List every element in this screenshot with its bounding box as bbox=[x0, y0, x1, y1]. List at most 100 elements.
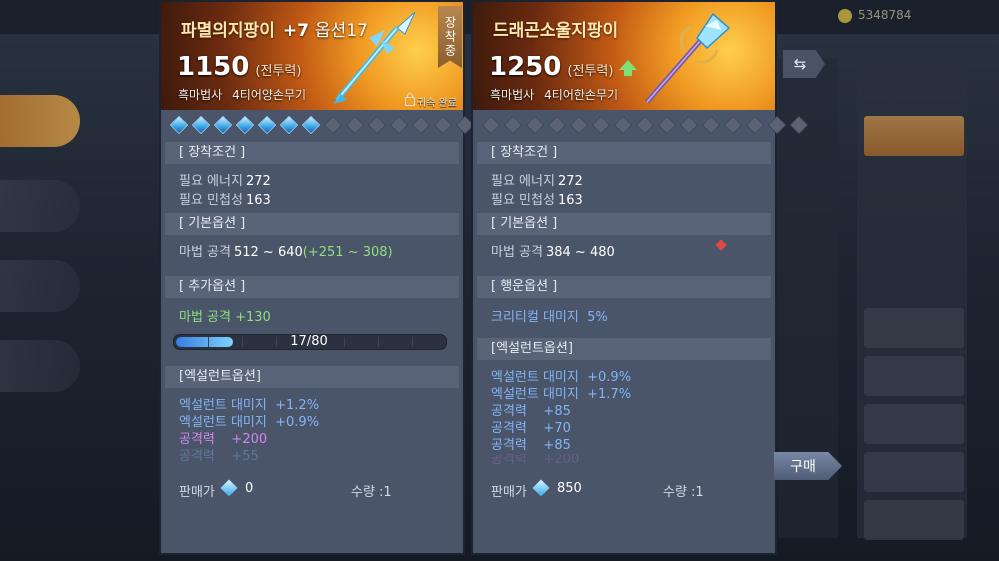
stat-row: 공격력 +200 bbox=[179, 432, 268, 447]
lock-icon bbox=[405, 93, 415, 106]
stat-row: 엑설런트 대미지 +0.9% bbox=[179, 415, 320, 430]
section-title: [엑설런트옵션] bbox=[165, 366, 459, 388]
item-header: 드래곤소울지팡이 1250 (전투력) 흑마법사 4티어한손무기 bbox=[473, 2, 775, 110]
item-class-line: 흑마법사 4티어양손무기 bbox=[178, 88, 307, 102]
price-label: 판매가 bbox=[491, 485, 527, 500]
socket-gem-empty-icon bbox=[367, 115, 387, 135]
socket-gem-filled-icon bbox=[235, 115, 255, 135]
socket-gem-empty-icon bbox=[389, 115, 409, 135]
stat-row: 공격력 +85 bbox=[491, 438, 571, 453]
section-title: [ 장착조건 ] bbox=[165, 142, 459, 164]
socket-gem-filled-icon bbox=[279, 115, 299, 135]
staff-weapon-icon bbox=[645, 12, 731, 104]
buy-button[interactable]: 구매 bbox=[774, 452, 842, 480]
socket-gem-empty-icon bbox=[525, 115, 545, 135]
socket-gem-empty-icon bbox=[745, 115, 765, 135]
socket-gem-filled-icon bbox=[169, 115, 189, 135]
stat-row: 공격력 +85 bbox=[491, 404, 571, 419]
socket-gem-empty-icon bbox=[723, 115, 743, 135]
stat-row: 크리티컬 대미지 5% bbox=[491, 310, 608, 325]
section-title: [ 장착조건 ] bbox=[477, 142, 771, 164]
base-option-section: [ 기본옵션 ] 마법 공격 384 ~ 480 bbox=[477, 213, 771, 262]
item-class-line: 흑마법사 4티어한손무기 bbox=[490, 88, 619, 102]
socket-gem-empty-icon bbox=[411, 115, 431, 135]
stat-row: 마법 공격 +130 bbox=[179, 310, 271, 325]
socket-gem-empty-icon bbox=[789, 115, 809, 135]
option-progress-bar: 17/80 bbox=[173, 334, 447, 350]
diamond-icon bbox=[220, 479, 238, 497]
socket-gem-empty-icon bbox=[481, 115, 501, 135]
enhance-level: +7 bbox=[282, 21, 309, 41]
stat-row: 필요 민첩성 163 bbox=[491, 193, 583, 208]
stat-row: 마법 공격 512 ~ 640(+251 ~ 308) bbox=[179, 245, 393, 260]
requirements-section: [ 장착조건 ] 필요 에너지 272 필요 민첩성 163 bbox=[165, 142, 459, 210]
background-button bbox=[864, 452, 964, 492]
luck-option-section: [ 행운옵션 ] 크리티컬 대미지 5% bbox=[477, 276, 771, 327]
socket-gem-row bbox=[169, 114, 497, 135]
excellent-option-section: [엑설런트옵션] 엑설런트 대미지 +1.2% 엑설런트 대미지 +0.9% 공… bbox=[165, 366, 459, 465]
section-title: [엑설런트옵션] bbox=[477, 338, 771, 360]
bind-status: 귀속 완료 bbox=[405, 93, 457, 109]
equipped-badge: 장착중 bbox=[438, 6, 462, 68]
socket-gem-filled-icon bbox=[191, 115, 211, 135]
stat-row: 공격력 +55 bbox=[179, 449, 259, 464]
stat-row: 공격력 +70 bbox=[491, 421, 571, 436]
base-option-section: [ 기본옵션 ] 마법 공격 512 ~ 640(+251 ~ 308) bbox=[165, 213, 459, 262]
stat-row: 공격력 +200 bbox=[491, 454, 580, 466]
staff-weapon-icon bbox=[333, 11, 416, 104]
quantity: 수량 :1 bbox=[663, 485, 704, 500]
item-header: 파멸의지팡이 +7 옵션17 1150 (전투력) 흑마법사 4티어양손무기 귀속 완료… bbox=[161, 2, 463, 110]
socket-gem-empty-icon bbox=[657, 115, 677, 135]
coin-icon bbox=[838, 8, 852, 23]
socket-gem-filled-icon bbox=[257, 115, 277, 135]
socket-gem-empty-icon bbox=[701, 115, 721, 135]
socket-gem-row bbox=[481, 114, 809, 135]
price-value: 0 bbox=[245, 481, 254, 496]
price-label: 판매가 bbox=[179, 485, 215, 500]
socket-gem-empty-icon bbox=[679, 115, 699, 135]
background-button bbox=[864, 356, 964, 396]
compare-item-tooltip: 드래곤소울지팡이 1250 (전투력) 흑마법사 4티어한손무기 [ 장착조건 ] … bbox=[471, 0, 809, 555]
background-button bbox=[864, 308, 964, 348]
item-name: 드래곤소울지팡이 bbox=[493, 21, 619, 41]
section-title: [ 행운옵션 ] bbox=[477, 276, 771, 298]
side-tab-3[interactable] bbox=[0, 260, 80, 312]
stat-row: 엑설런트 대미지 +1.2% bbox=[179, 398, 320, 413]
combat-power: 1150 (전투력) bbox=[177, 52, 302, 82]
extra-option-section: [ 추가옵션 ] 마법 공격 +130 bbox=[165, 276, 459, 327]
stat-row: 필요 에너지 272 bbox=[491, 174, 583, 189]
upgrade-arrow-icon bbox=[619, 60, 637, 76]
stat-row: 필요 민첩성 163 bbox=[179, 193, 271, 208]
background-button bbox=[864, 500, 964, 540]
section-title: [ 추가옵션 ] bbox=[165, 276, 459, 298]
equipped-item-tooltip: 파멸의지팡이 +7 옵션17 1150 (전투력) 흑마법사 4티어양손무기 귀속 완료… bbox=[159, 0, 497, 555]
socket-gem-empty-icon bbox=[547, 115, 567, 135]
section-title: [ 기본옵션 ] bbox=[477, 213, 771, 235]
requirements-section: [ 장착조건 ] 필요 에너지 272 필요 민첩성 163 bbox=[477, 142, 771, 210]
price-footer: 판매가 0 수량 :1 bbox=[161, 472, 463, 504]
socket-gem-empty-icon bbox=[323, 115, 343, 135]
price-footer: 판매가 850 수량 :1 bbox=[473, 472, 775, 504]
diamond-icon bbox=[532, 479, 550, 497]
stat-row: 마법 공격 384 ~ 480 bbox=[491, 245, 615, 260]
excellent-option-section: [엑설런트옵션] 엑설런트 대미지 +0.9% 엑설런트 대미지 +1.7% 공… bbox=[477, 338, 771, 466]
socket-gem-empty-icon bbox=[767, 115, 787, 135]
socket-gem-empty-icon bbox=[591, 115, 611, 135]
socket-gem-empty-icon bbox=[433, 115, 453, 135]
progress-text: 17/80 bbox=[290, 334, 328, 349]
stat-row: 필요 에너지 272 bbox=[179, 174, 271, 189]
side-tab-2[interactable] bbox=[0, 180, 80, 232]
side-tab-4[interactable] bbox=[0, 340, 80, 392]
socket-gem-filled-icon bbox=[213, 115, 233, 135]
price-value: 850 bbox=[557, 481, 582, 496]
quantity: 수량 :1 bbox=[351, 485, 392, 500]
socket-gem-empty-icon bbox=[569, 115, 589, 135]
background-button bbox=[864, 116, 964, 156]
socket-gem-empty-icon bbox=[635, 115, 655, 135]
side-tab-1[interactable] bbox=[0, 95, 80, 147]
background-button bbox=[864, 404, 964, 444]
stat-row: 엑설런트 대미지 +1.7% bbox=[491, 387, 632, 402]
socket-gem-empty-icon bbox=[345, 115, 365, 135]
stat-row: 엑설런트 대미지 +0.9% bbox=[491, 370, 632, 385]
gold-counter: 5348784 bbox=[838, 8, 911, 23]
